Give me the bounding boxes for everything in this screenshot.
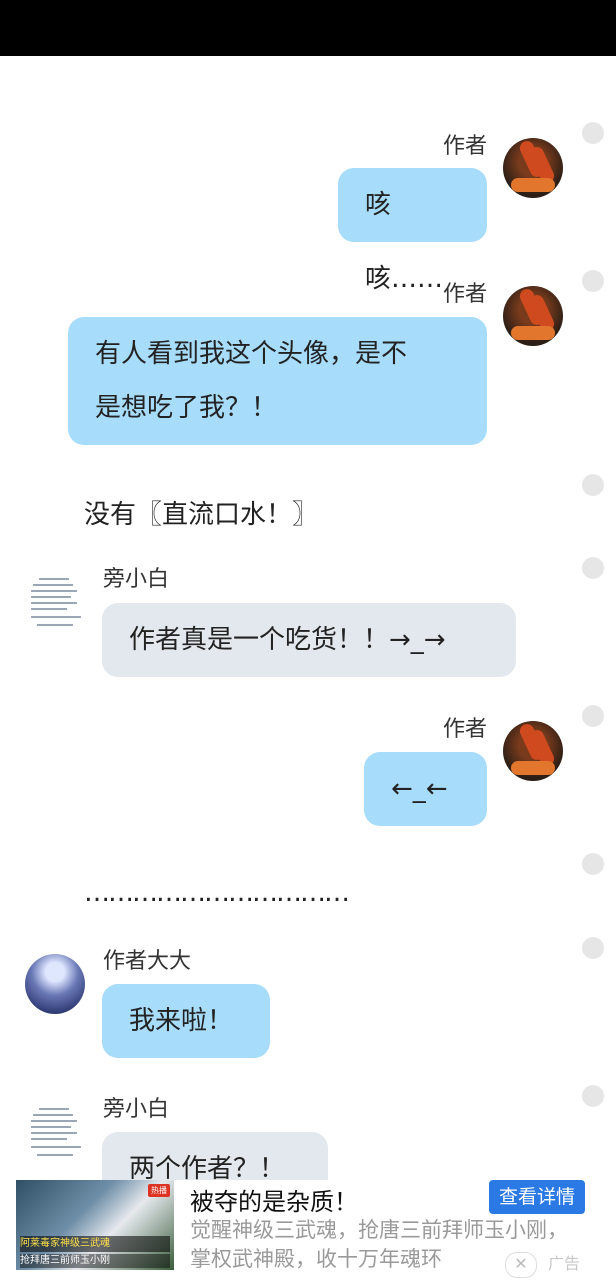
chat-area[interactable]: 作者 咳咳…… 作者 有人看到我这个头像，是不 是想吃了我？！ 没有〖直流口水！… — [0, 56, 616, 1180]
close-icon[interactable]: ✕ — [505, 1252, 537, 1278]
select-dot[interactable] — [582, 705, 604, 727]
anime-avatar[interactable] — [25, 954, 85, 1014]
document-avatar[interactable] — [25, 572, 85, 632]
select-dot[interactable] — [582, 853, 604, 875]
message-line: 是想吃了我？！ — [95, 393, 278, 423]
ad-label: 广告 — [548, 1254, 581, 1273]
message-bubble[interactable]: 有人看到我这个头像，是不 是想吃了我？！ — [68, 317, 487, 445]
sender-name: 旁小白 — [103, 567, 170, 592]
ad-thumb-caption: 抢拜唐三前师玉小刚 — [20, 1254, 170, 1268]
ad-title[interactable]: 被夺的是杂质！ — [190, 1182, 358, 1217]
view-details-button[interactable]: 查看详情 — [489, 1180, 585, 1214]
message-right: 作者 ←_← — [0, 717, 616, 847]
select-dot[interactable] — [582, 270, 604, 292]
sender-name: 作者 — [443, 282, 488, 307]
ad-thumb-tag: 热播 — [148, 1184, 170, 1197]
message-bubble[interactable]: 作者真是一个吃货！！→_→ — [102, 603, 516, 677]
ad-thumbnail[interactable]: 热播 阿莱毒家神级三武魂 抢拜唐三前师玉小刚 — [16, 1180, 174, 1270]
sender-name: 作者大大 — [103, 949, 192, 974]
select-dot[interactable] — [582, 474, 604, 496]
food-avatar[interactable] — [503, 286, 563, 346]
message-right: 作者 咳咳…… — [0, 134, 616, 294]
message-left: 旁小白 作者真是一个吃货！！→_→ — [0, 567, 616, 697]
select-dot[interactable] — [582, 1085, 604, 1107]
ad-description-line: 觉醒神级三武魂，抢唐三前拜师玉小刚， — [190, 1218, 568, 1242]
sender-name: 作者 — [443, 717, 488, 742]
ad-description-line: 掌权武神殿，收十万年魂环 — [190, 1247, 442, 1271]
ad-description[interactable]: 觉醒神级三武魂，抢唐三前拜师玉小刚， 掌权武神殿，收十万年魂环 — [190, 1216, 610, 1274]
sender-name: 旁小白 — [103, 1097, 170, 1122]
select-dot[interactable] — [582, 557, 604, 579]
message-bubble[interactable]: 两个作者？！ — [102, 1132, 328, 1180]
message-bubble[interactable]: 我来啦！ — [102, 984, 270, 1058]
food-avatar[interactable] — [503, 721, 563, 781]
message-left: 作者大大 我来啦！ — [0, 949, 616, 1079]
ad-thumb-caption: 阿莱毒家神级三武魂 — [20, 1236, 170, 1252]
sender-name: 作者 — [443, 134, 488, 159]
message-bubble[interactable]: 咳咳…… — [338, 168, 487, 294]
select-dot[interactable] — [582, 937, 604, 959]
food-avatar[interactable] — [503, 138, 563, 198]
message-line: 有人看到我这个头像，是不 — [95, 339, 408, 369]
message-right: 作者 有人看到我这个头像，是不 是想吃了我？！ — [0, 282, 616, 452]
status-bar — [0, 0, 616, 56]
select-dot[interactable] — [582, 122, 604, 144]
narration-text: …………………………… — [84, 878, 350, 908]
narration-text: 没有〖直流口水！〗 — [84, 500, 319, 530]
ad-banner[interactable]: 热播 阿莱毒家神级三武魂 抢拜唐三前师玉小刚 被夺的是杂质！ 查看详情 觉醒神级… — [0, 1180, 616, 1280]
document-avatar[interactable] — [25, 1102, 85, 1162]
message-left: 旁小白 两个作者？！ — [0, 1097, 616, 1180]
message-bubble[interactable]: ←_← — [364, 752, 487, 826]
